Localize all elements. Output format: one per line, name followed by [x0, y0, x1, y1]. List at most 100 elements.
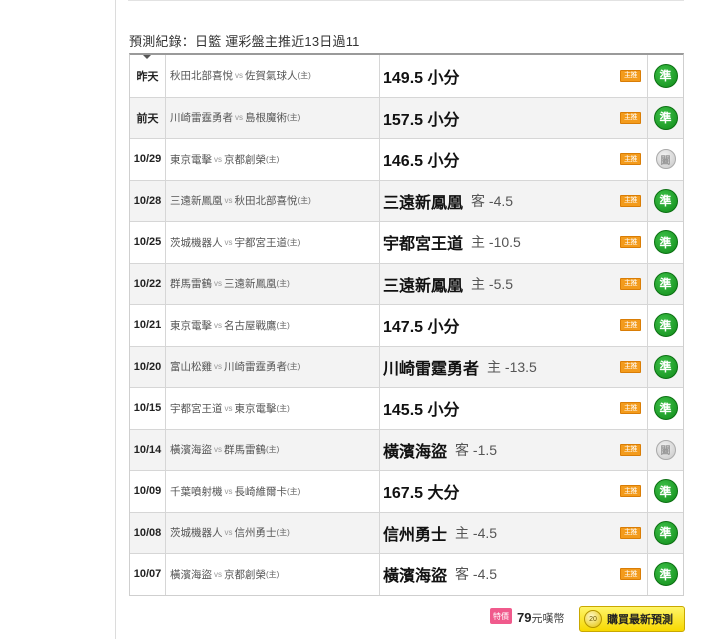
away-team: 橫濱海盜	[170, 568, 212, 581]
home-marker: (主)	[276, 403, 290, 413]
pick-value: 146.5 小分	[383, 153, 460, 171]
badge-label: 主推	[624, 280, 638, 288]
row-pick: 157.5 小分 主推	[380, 97, 648, 138]
pick-line: 客 -4.5	[471, 192, 514, 209]
away-team: 東京電擊	[170, 319, 212, 332]
result-icon: 準	[653, 105, 678, 130]
badge-label: 主推	[624, 321, 638, 329]
home-marker: (主)	[287, 113, 301, 123]
row-matchup[interactable]: 東京電擊 vs 名古屋戰鷹 (主)	[166, 305, 380, 346]
pick-value: 147.5 小分	[383, 319, 460, 337]
vs-label: vs	[214, 154, 222, 164]
vs-label: vs	[235, 71, 243, 81]
buy-button-label: 購買最新預測	[607, 614, 673, 626]
row-pick: 145.5 小分 主推	[380, 388, 648, 429]
row-result: 闔	[648, 430, 683, 471]
row-pick: 167.5 大分 主推	[380, 471, 648, 512]
vs-label: vs	[214, 445, 222, 455]
table-row: 10/22 群馬雷鶴 vs 三遠新鳳凰 (主) 三遠新鳳凰主 -5.5 主推準	[130, 262, 683, 304]
row-result: 準	[648, 471, 683, 512]
result-icon: 準	[653, 63, 678, 88]
result-icon: 準	[653, 313, 678, 338]
away-team: 茨城機器人	[170, 236, 223, 249]
main-pick-badge-icon: 主推	[620, 111, 641, 124]
row-result: 準	[648, 305, 683, 346]
table-row: 10/15 宇都宮王道 vs 東京電擊 (主) 145.5 小分 主推準	[130, 387, 683, 429]
row-matchup[interactable]: 秋田北部喜悅 vs 佐賀氣球人 (主)	[166, 55, 380, 97]
pick-line: 客 -4.5	[455, 566, 498, 583]
row-matchup[interactable]: 川崎雷霆勇者 vs 島根魔術 (主)	[166, 97, 380, 138]
row-date: 昨天	[130, 55, 166, 97]
away-team: 東京電擊	[170, 153, 212, 166]
row-matchup[interactable]: 富山松雞 vs 川崎雷霆勇者 (主)	[166, 346, 380, 387]
badge-label: 主推	[624, 363, 638, 371]
main-pick-badge-icon: 主推	[620, 526, 641, 539]
row-pick: 橫濱海盜客 -4.5 主推	[380, 554, 648, 595]
row-result: 準	[648, 554, 683, 595]
row-matchup[interactable]: 東京電擊 vs 京都創榮 (主)	[166, 139, 380, 180]
pick-line: 主 -10.5	[471, 234, 521, 251]
result-icon: 準	[653, 354, 678, 379]
home-marker: (主)	[266, 445, 280, 455]
home-marker: (主)	[297, 196, 311, 206]
home-marker: (主)	[287, 362, 301, 372]
row-matchup[interactable]: 橫濱海盜 vs 京都創榮 (主)	[166, 554, 380, 595]
home-team: 三遠新鳳凰	[224, 278, 277, 291]
row-matchup[interactable]: 橫濱海盜 vs 群馬雷鶴 (主)	[166, 429, 380, 470]
row-date: 10/21	[130, 305, 166, 346]
pick-value: 145.5 小分	[383, 402, 460, 420]
row-matchup[interactable]: 茨城機器人 vs 信州勇士 (主)	[166, 512, 380, 553]
home-team: 佐賀氣球人	[245, 70, 298, 83]
home-team: 群馬雷鶴	[224, 444, 266, 457]
prediction-record-table: 昨天 秋田北部喜悅 vs 佐賀氣球人 (主) 149.5 小分 主推準前天 川崎雷霆勇者 vs 島…	[129, 53, 684, 596]
home-team: 信州勇士	[234, 527, 277, 540]
row-date: 10/25	[130, 222, 166, 263]
result-icon: 準	[653, 230, 678, 255]
price-value: 79	[517, 610, 532, 625]
row-matchup[interactable]: 千葉噴射機 vs 長崎維爾卡 (主)	[166, 471, 380, 512]
coin-icon-text: 20	[589, 615, 597, 623]
badge-label: 主推	[624, 529, 638, 537]
away-team: 富山松雞	[170, 361, 212, 374]
main-pick-badge-icon: 主推	[620, 236, 641, 249]
pick-value: 149.5 小分	[383, 69, 460, 87]
row-result: 準	[648, 513, 683, 554]
table-row: 10/09 千葉噴射機 vs 長崎維爾卡 (主) 167.5 大分 主推準	[130, 470, 683, 512]
away-team: 橫濱海盜	[170, 444, 212, 457]
home-marker: (主)	[287, 237, 301, 247]
vs-label: vs	[224, 196, 233, 206]
main-pick-badge-icon: 主推	[620, 568, 641, 581]
row-date: 10/14	[130, 429, 166, 470]
buy-latest-prediction-button[interactable]: 20 購買最新預測	[579, 606, 685, 632]
main-pick-badge-icon: 主推	[620, 443, 641, 456]
row-date: 10/08	[130, 512, 166, 553]
row-result: 準	[648, 55, 683, 97]
home-marker: (主)	[266, 569, 280, 579]
vs-label: vs	[224, 528, 233, 538]
row-date: 10/20	[130, 346, 166, 387]
pick-line: 客 -1.5	[455, 441, 498, 458]
badge-label: 主推	[624, 155, 638, 163]
pick-value: 宇都宮王道	[383, 236, 464, 254]
vs-label: vs	[224, 486, 233, 496]
result-icon: 準	[653, 188, 678, 213]
pick-value: 三遠新鳳凰	[383, 277, 464, 295]
home-team: 島根魔術	[245, 112, 287, 125]
row-result: 闔	[648, 139, 683, 180]
row-matchup[interactable]: 宇都宮王道 vs 東京電擊 (主)	[166, 388, 380, 429]
record-expert[interactable]: 日籃	[195, 34, 221, 49]
row-matchup[interactable]: 群馬雷鶴 vs 三遠新鳳凰 (主)	[166, 263, 380, 304]
badge-label: 主推	[624, 446, 638, 454]
row-matchup[interactable]: 三遠新鳳凰 vs 秋田北部喜悅 (主)	[166, 180, 380, 221]
row-result: 準	[648, 98, 683, 139]
pick-line: 主 -13.5	[487, 358, 537, 375]
home-team: 京都創榮	[224, 153, 266, 166]
badge-label: 主推	[624, 570, 638, 578]
row-pick: 三遠新鳳凰客 -4.5 主推	[380, 180, 648, 221]
table-row: 10/25 茨城機器人 vs 宇都宮王道 (主) 宇都宮王道主 -10.5 主推準	[130, 221, 683, 263]
away-team: 三遠新鳳凰	[170, 195, 223, 208]
row-matchup[interactable]: 茨城機器人 vs 宇都宮王道 (主)	[166, 222, 380, 263]
price-tag-label: 特價	[493, 611, 509, 621]
vs-label: vs	[214, 569, 222, 579]
vs-label: vs	[214, 279, 222, 289]
